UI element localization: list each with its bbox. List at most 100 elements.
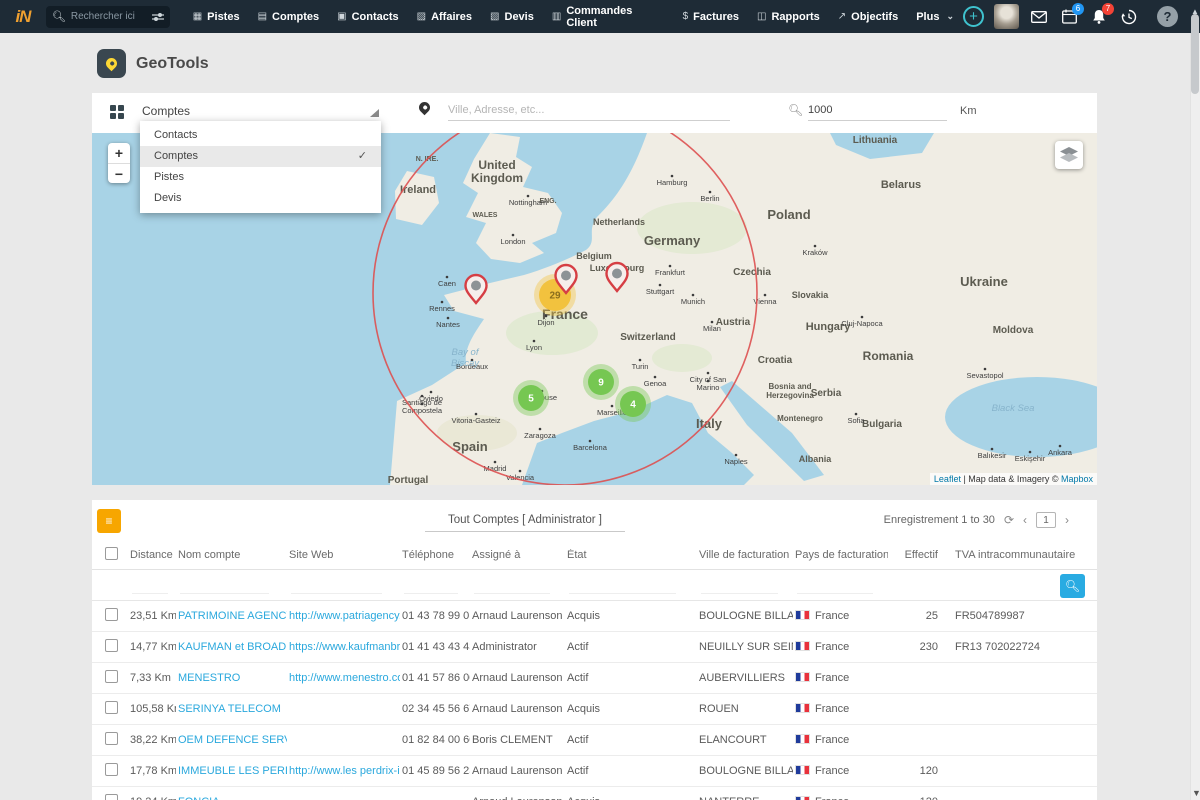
svg-text:Poland: Poland <box>767 207 810 222</box>
radius-input[interactable] <box>808 99 947 121</box>
row-checkbox[interactable] <box>92 701 128 717</box>
website-link[interactable]: http://www.les perdrix-imm.com <box>289 765 400 777</box>
website-link[interactable]: http://www.patriagency.com <box>289 610 400 622</box>
row-checkbox[interactable] <box>92 794 128 800</box>
marker-cluster[interactable]: 4 <box>615 386 651 422</box>
svg-text:WALES: WALES <box>473 212 498 219</box>
scrollbar-thumb[interactable] <box>1191 14 1199 94</box>
nav-item-commandes-client[interactable]: ▥Commandes Client <box>543 0 674 33</box>
account-link[interactable]: OEM DEFENCE SERVICES SAS <box>178 734 287 746</box>
nav-item-contacts[interactable]: ▣Contacts <box>328 0 408 33</box>
search-filter-icon[interactable] <box>152 12 164 22</box>
view-select[interactable]: Tout Comptes [ Administrator ] <box>425 510 625 532</box>
row-checkbox[interactable] <box>92 639 128 655</box>
page-number-box[interactable]: 1 <box>1036 512 1056 528</box>
row-checkbox[interactable] <box>92 608 128 624</box>
marker-cluster[interactable]: 5 <box>513 380 549 416</box>
history-button[interactable] <box>1119 7 1139 27</box>
refresh-icon[interactable]: ⟳ <box>1004 513 1014 527</box>
row-checkbox[interactable] <box>92 670 128 686</box>
column-header-8[interactable]: Pays de facturation <box>793 549 888 561</box>
scrollbar-down-arrow[interactable]: ▼ <box>1192 788 1200 798</box>
cell-country: France <box>793 610 888 622</box>
column-header-9[interactable]: Effectif <box>888 549 948 561</box>
account-link[interactable]: PATRIMOINE AGENCY <box>178 610 287 622</box>
column-header-7[interactable]: Ville de facturation <box>697 549 793 561</box>
prev-page-icon[interactable]: ‹ <box>1023 513 1027 527</box>
next-page-icon[interactable]: › <box>1065 513 1069 527</box>
zoom-out-button[interactable]: − <box>108 163 130 183</box>
cell-state: Actif <box>565 734 697 746</box>
svg-text:Compostela: Compostela <box>402 406 443 415</box>
cell-city: NEUILLY SUR SEINE <box>697 641 793 653</box>
help-button[interactable]: ? <box>1157 6 1178 27</box>
filter-cell-5[interactable] <box>470 576 565 594</box>
column-header-1[interactable]: Distance <box>128 549 176 561</box>
filter-cell-8[interactable] <box>793 576 888 594</box>
address-input[interactable] <box>448 99 730 121</box>
column-header-10[interactable]: TVA intracommunautaire <box>948 549 1088 561</box>
nav-item-pistes[interactable]: ▦Pistes <box>184 0 249 33</box>
website-link[interactable]: https://www.kaufmanbroad.fr/ <box>289 641 400 653</box>
map-layers-button[interactable] <box>1055 141 1083 169</box>
cell-country: France <box>793 672 888 684</box>
account-link[interactable]: SERINYA TELECOM <box>178 703 281 715</box>
global-search-input[interactable] <box>71 11 147 22</box>
nav-item-objectifs[interactable]: ↗Objectifs <box>829 0 907 33</box>
marker-cluster[interactable]: 9 <box>583 364 619 400</box>
notifications-button[interactable]: 7 <box>1089 7 1109 27</box>
map-landmass <box>390 133 1097 485</box>
user-avatar[interactable] <box>994 4 1019 29</box>
nav-item-factures[interactable]: $Factures <box>674 0 748 33</box>
entity-type-select[interactable]: Comptes <box>140 99 381 123</box>
table-menu-button[interactable]: ≡ <box>97 509 121 533</box>
quick-add-button[interactable]: + <box>963 6 984 27</box>
column-header-3[interactable]: Site Web <box>287 549 400 561</box>
cell-employees: 230 <box>888 641 948 653</box>
leaflet-link[interactable]: Leaflet <box>934 474 961 484</box>
svg-text:Switzerland: Switzerland <box>620 332 676 343</box>
row-checkbox[interactable] <box>92 763 128 779</box>
nav-item-devis[interactable]: ▧Devis <box>481 0 543 33</box>
mapbox-link[interactable]: Mapbox <box>1061 474 1093 484</box>
nav-item-comptes[interactable]: ▤Comptes <box>249 0 329 33</box>
global-search[interactable]: 🔍︎ <box>46 6 170 28</box>
entity-option-contacts[interactable]: Contacts <box>140 125 381 146</box>
nav-item-rapports[interactable]: ◫Rapports <box>748 0 829 33</box>
mail-button[interactable] <box>1029 7 1049 27</box>
account-link[interactable]: IMMEUBLE LES PERDRIX <box>178 765 287 777</box>
column-header-2[interactable]: Nom compte <box>176 549 287 561</box>
devis-icon: ▧ <box>490 11 499 22</box>
filter-cell-2[interactable] <box>176 576 287 594</box>
calendar-button[interactable]: 6 <box>1059 7 1079 27</box>
select-all-checkbox[interactable] <box>92 547 128 563</box>
module-grid-icon <box>110 105 124 119</box>
column-header-5[interactable]: Assigné à <box>470 549 565 561</box>
svg-text:Munich: Munich <box>681 297 705 306</box>
website-link[interactable]: http://www.menestro.com <box>289 672 400 684</box>
zoom-in-button[interactable]: + <box>108 143 130 163</box>
svg-text:Bulgaria: Bulgaria <box>862 419 902 430</box>
filter-cell-3[interactable] <box>287 576 400 594</box>
nav-item-plus[interactable]: Plus⌄ <box>907 0 963 33</box>
entity-option-devis[interactable]: Devis <box>140 188 381 209</box>
account-link[interactable]: FONCIA <box>178 796 220 800</box>
filter-cell-4[interactable] <box>400 576 470 594</box>
filter-cell-6[interactable] <box>565 576 697 594</box>
account-link[interactable]: MENESTRO <box>178 672 240 684</box>
entity-option-comptes[interactable]: Comptes✓ <box>140 146 381 167</box>
column-header-4[interactable]: Téléphone <box>400 549 470 561</box>
cell-employees: 25 <box>888 610 948 622</box>
filter-cell-7[interactable] <box>697 576 793 594</box>
row-checkbox[interactable] <box>92 732 128 748</box>
page-scrollbar[interactable]: ▲ ▼ <box>1190 0 1200 800</box>
cell-country: France <box>793 703 888 715</box>
column-header-6[interactable]: État <box>565 549 697 561</box>
filter-cell-1[interactable] <box>128 576 176 594</box>
account-link[interactable]: KAUFMAN et BROAD <box>178 641 286 653</box>
table-search-button[interactable]: 🔍︎ <box>1060 574 1085 598</box>
app-logo[interactable]: iN <box>0 7 46 27</box>
entity-option-pistes[interactable]: Pistes <box>140 167 381 188</box>
cell-state: Actif <box>565 641 697 653</box>
nav-item-affaires[interactable]: ▨Affaires <box>408 0 481 33</box>
